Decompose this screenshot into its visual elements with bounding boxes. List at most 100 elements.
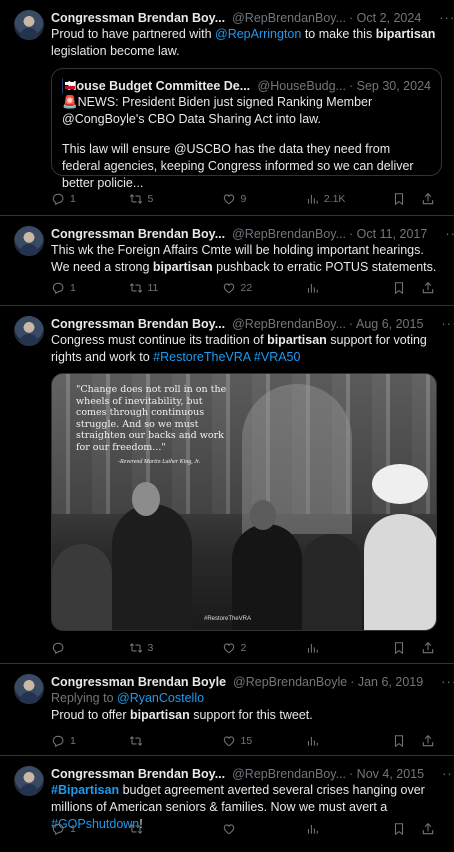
more-icon[interactable]: ··· <box>441 674 454 689</box>
bookmark-button[interactable] <box>392 192 411 206</box>
retweet-icon <box>129 822 143 836</box>
tweet-date[interactable]: · Oct 2, 2024 <box>349 11 421 25</box>
hashtag-link[interactable]: #RestoreTheVRA <box>153 350 250 364</box>
photo-quote: "Change does not roll in on the wheels o… <box>76 384 227 465</box>
quoted-author-handle: @HouseBudg... <box>257 78 346 93</box>
share-icon <box>421 641 435 655</box>
bookmark-icon <box>392 734 406 748</box>
tweet-text: This wk the Foreign Affairs Cmte will be… <box>51 243 437 274</box>
tweet-date[interactable]: · Nov 4, 2015 <box>349 767 424 781</box>
like-icon <box>222 734 236 748</box>
mention-link[interactable]: @RepArrington <box>215 27 301 41</box>
retweet-button[interactable]: 3 <box>129 641 222 655</box>
author-name[interactable]: Congressman Brendan Boy... <box>51 227 225 241</box>
more-icon[interactable]: ··· <box>439 10 454 25</box>
author-handle[interactable]: @RepBrendanBoyle <box>233 675 347 689</box>
reply-icon <box>51 822 65 836</box>
tweet[interactable]: Congressman Brendan Boy... @RepBrendanBo… <box>0 0 454 216</box>
avatar[interactable] <box>14 226 44 256</box>
more-icon[interactable]: ··· <box>442 766 454 781</box>
author-handle[interactable]: @RepBrendanBoy... <box>232 767 346 781</box>
like-button[interactable]: 2 <box>222 641 305 655</box>
retweet-icon <box>129 734 143 748</box>
photo-figure <box>364 514 436 630</box>
views-button[interactable] <box>305 281 392 295</box>
share-icon <box>421 822 435 836</box>
author-name[interactable]: Congressman Brendan Boyle <box>51 675 226 689</box>
bookmark-button[interactable] <box>392 822 411 836</box>
retweet-button[interactable]: 5 <box>129 192 222 206</box>
share-icon <box>421 281 435 295</box>
tweet-text: Proud to have partnered with @RepArringt… <box>51 27 436 58</box>
bookmark-icon <box>392 281 406 295</box>
more-icon[interactable]: ··· <box>441 316 454 331</box>
like-icon <box>222 641 236 655</box>
quoted-text-2: This law will ensure @USCBO has the data… <box>62 142 414 190</box>
avatar[interactable] <box>14 674 44 704</box>
quoted-date: · Sep 30, 2024 <box>348 78 431 93</box>
bookmark-icon <box>392 641 406 655</box>
like-button[interactable] <box>222 822 305 836</box>
author-handle[interactable]: @RepBrendanBoy... <box>232 227 346 241</box>
views-button[interactable] <box>305 822 392 836</box>
avatar[interactable] <box>14 766 44 796</box>
reply-button[interactable]: 1 <box>51 192 129 206</box>
like-button[interactable]: 22 <box>222 281 305 295</box>
tweet-date[interactable]: · Aug 6, 2015 <box>349 317 423 331</box>
reply-button[interactable] <box>51 641 129 655</box>
share-button[interactable] <box>421 281 440 295</box>
bookmark-button[interactable] <box>392 281 411 295</box>
tweet-date[interactable]: · Oct 11, 2017 <box>349 227 427 241</box>
hashtag-link[interactable]: #Bipartisan <box>51 783 119 797</box>
reply-button[interactable]: 1 <box>51 822 129 836</box>
views-button[interactable]: 2.1K <box>305 192 392 206</box>
author-handle[interactable]: @RepBrendanBoy... <box>232 317 346 331</box>
mention-link[interactable]: @RyanCostello <box>117 691 204 705</box>
retweet-button[interactable]: 11 <box>129 281 222 295</box>
views-icon <box>305 192 319 206</box>
avatar[interactable] <box>14 316 44 346</box>
photo-hashtag: #RestoreTheVRA <box>204 616 252 622</box>
views-button[interactable] <box>305 641 392 655</box>
replying-to: Replying to @RyanCostello <box>51 691 205 705</box>
bookmark-button[interactable] <box>392 641 411 655</box>
reply-button[interactable]: 1 <box>51 734 129 748</box>
author-name[interactable]: Congressman Brendan Boy... <box>51 317 225 331</box>
like-button[interactable]: 9 <box>222 192 305 206</box>
avatar[interactable] <box>14 10 44 40</box>
photo-figure <box>232 524 302 630</box>
views-icon <box>305 641 319 655</box>
quoted-tweet[interactable]: House Budget Committee De... @HouseBudg.… <box>51 68 442 190</box>
author-name[interactable]: Congressman Brendan Boy... <box>51 767 225 781</box>
tweet-date[interactable]: · Jan 6, 2019 <box>350 675 423 689</box>
reply-icon <box>51 641 65 655</box>
hashtag-link[interactable]: #VRA50 <box>254 350 301 364</box>
tweet[interactable]: Congressman Brendan Boy... @RepBrendanBo… <box>0 306 454 664</box>
photo-figure <box>302 534 362 630</box>
share-button[interactable] <box>421 822 440 836</box>
share-icon <box>421 734 435 748</box>
more-icon[interactable]: ··· <box>445 226 454 241</box>
photo-figure <box>52 544 112 630</box>
tweet[interactable]: Congressman Brendan Boy... @RepBrendanBo… <box>0 756 454 852</box>
like-button[interactable]: 15 <box>222 734 305 748</box>
retweet-button[interactable] <box>129 822 222 836</box>
photo-figure <box>250 500 276 530</box>
views-button[interactable] <box>305 734 392 748</box>
reply-button[interactable]: 1 <box>51 281 129 295</box>
author-handle[interactable]: @RepBrendanBoy... <box>232 11 346 25</box>
bookmark-button[interactable] <box>392 734 411 748</box>
tweet-photo[interactable]: "Change does not roll in on the wheels o… <box>51 373 437 631</box>
photo-hat <box>372 464 428 504</box>
like-icon <box>222 281 236 295</box>
tweet[interactable]: Congressman Brendan Boy... @RepBrendanBo… <box>0 216 454 306</box>
retweet-button[interactable] <box>129 734 222 748</box>
photo-figure <box>132 482 160 516</box>
author-name[interactable]: Congressman Brendan Boy... <box>51 11 225 25</box>
quoted-author-name: House Budget Committee De... <box>67 78 251 93</box>
retweet-icon <box>129 192 143 206</box>
share-button[interactable] <box>421 641 440 655</box>
share-button[interactable] <box>421 192 440 206</box>
share-button[interactable] <box>421 734 440 748</box>
tweet[interactable]: Congressman Brendan Boyle @RepBrendanBoy… <box>0 664 454 756</box>
